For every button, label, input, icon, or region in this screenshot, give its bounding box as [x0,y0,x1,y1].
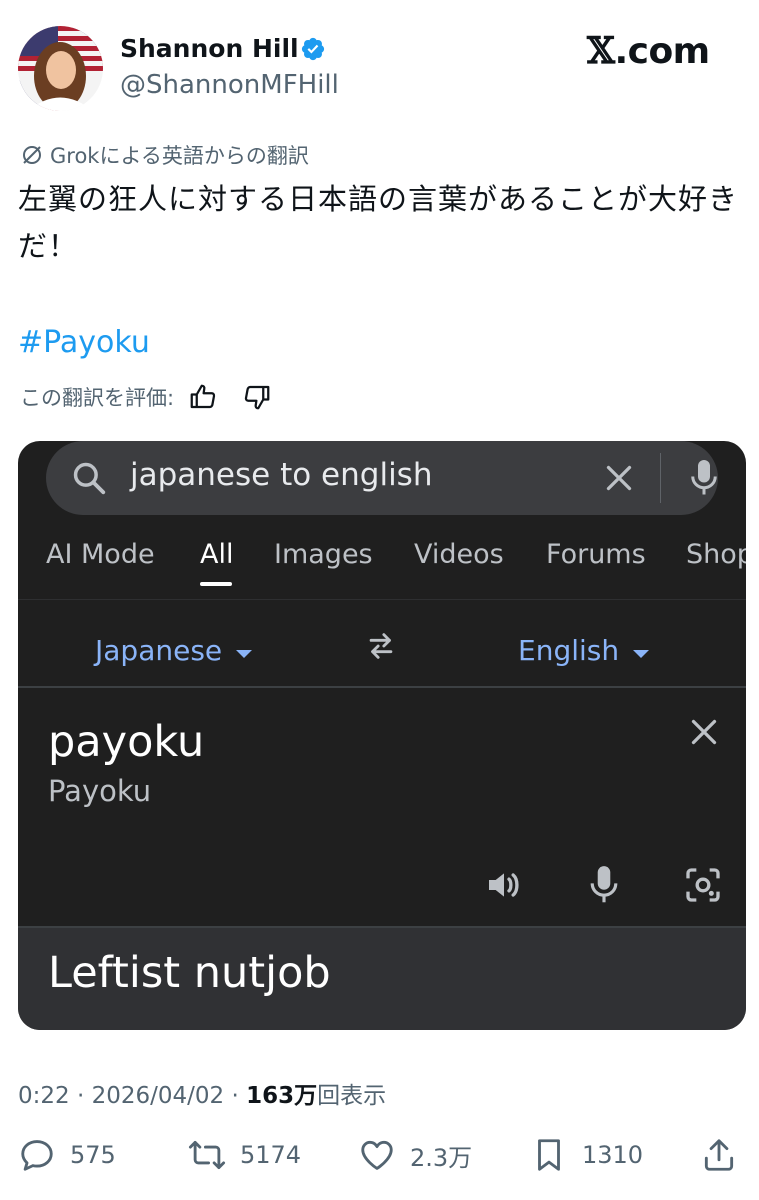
repost-icon [188,1140,226,1170]
swap-languages-icon[interactable] [363,629,399,663]
active-tab-indicator [200,582,232,586]
rate-translation-label: この翻訳を評価: [20,386,175,410]
meta-separator: · [76,1083,85,1109]
clear-search-icon[interactable] [601,460,637,496]
like-button[interactable]: 2.3万 [358,1136,472,1174]
repost-count: 5174 [240,1141,302,1169]
voice-search-mic-icon[interactable] [686,457,722,499]
verified-badge-icon [301,37,325,61]
reply-count: 575 [70,1141,116,1169]
source-text[interactable]: payoku [48,717,204,767]
bookmark-button[interactable]: 1310 [530,1136,643,1174]
search-icon [73,462,106,495]
brand-suffix: .com [614,31,710,72]
post-meta: 0:22 · 2026/04/02 · 163万回表示 [18,1076,386,1110]
target-language-select[interactable]: English [518,634,650,667]
thumbs-down-icon[interactable] [242,382,272,412]
search-tabs: AI Mode All Images Videos Forums Shop [18,537,746,599]
views-count: 163万 [246,1083,318,1109]
microphone-icon[interactable] [584,863,624,907]
rate-translation: この翻訳を評価: [20,382,272,412]
tab-images[interactable]: Images [274,539,373,570]
tabs-divider [18,599,746,600]
source-transliteration: Payoku [48,774,152,808]
avatar-image [18,26,103,111]
avatar[interactable] [18,26,103,111]
source-language-label: Japanese [95,634,223,667]
views-label: 回表示 [317,1083,387,1109]
source-language-caret-icon [236,649,253,658]
like-count: 2.3万 [410,1143,473,1172]
share-button[interactable] [700,1136,738,1174]
attached-image[interactable]: japanese to english AI Mode All Images V… [18,441,746,1030]
thumbs-up-icon[interactable] [188,382,218,412]
post-text: 左翼の狂人に対する日本語の言葉があることが大好きだ！ [18,182,739,263]
heart-icon [361,1140,393,1170]
language-row-divider [18,686,746,688]
bookmark-icon [538,1139,560,1171]
action-bar: 575 5174 2.3万 1310 [0,1136,759,1184]
clear-source-icon[interactable] [686,714,722,750]
translation-result: Leftist nutjob [18,926,746,1030]
tab-ai-mode[interactable]: AI Mode [46,539,155,570]
post-time[interactable]: 0:22 [18,1083,70,1109]
reply-icon [21,1140,53,1171]
author-handle[interactable]: @ShannonMFHill [120,70,339,100]
google-search-bar[interactable]: japanese to english [46,441,718,515]
target-language-label: English [518,634,620,667]
search-divider [660,453,661,503]
post-date[interactable]: 2026/04/02 [92,1083,225,1109]
tab-forums[interactable]: Forums [546,539,646,570]
repost-button[interactable]: 5174 [188,1136,301,1174]
x-com-watermark: 𝕏.com [587,30,710,72]
search-query[interactable]: japanese to english [130,457,432,493]
translated-text: Leftist nutjob [48,948,331,998]
source-language-select[interactable]: Japanese [95,634,253,667]
hashtag-link[interactable]: #Payoku [18,325,150,360]
tab-videos[interactable]: Videos [414,539,504,570]
share-icon [704,1139,734,1171]
x-logo-icon: 𝕏 [587,30,615,72]
translation-notice-label: Grokによる英語からの翻訳 [50,144,309,168]
translation-notice[interactable]: Grokによる英語からの翻訳 [20,140,309,170]
author-name[interactable]: Shannon Hill [120,34,299,63]
grok-icon [23,146,41,164]
tab-all[interactable]: All [200,539,233,570]
meta-separator: · [231,1083,239,1109]
camera-lens-icon[interactable] [683,865,723,905]
tab-shop[interactable]: Shop [686,539,746,570]
bookmark-count: 1310 [582,1141,644,1169]
target-language-caret-icon [633,649,650,658]
reply-button[interactable]: 575 [18,1136,116,1174]
speaker-icon[interactable] [484,865,524,905]
